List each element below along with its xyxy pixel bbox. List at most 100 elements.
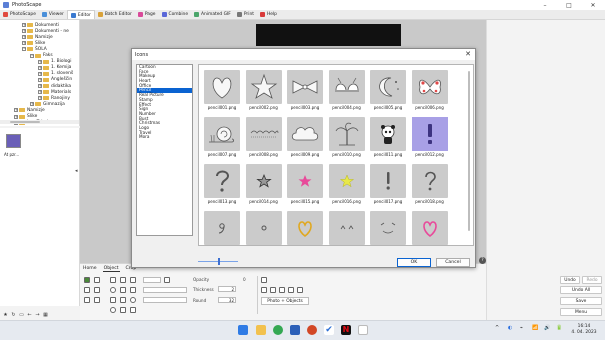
panda-icon[interactable]	[370, 117, 406, 151]
chrome-icon[interactable]	[273, 325, 283, 335]
tree-item[interactable]: + Materials	[38, 89, 71, 95]
maximize-button[interactable]: □	[557, 0, 581, 10]
star2-icon[interactable]	[130, 307, 136, 313]
help-icon[interactable]: ?	[479, 257, 486, 264]
tree-item[interactable]: + Slike	[14, 114, 37, 120]
icon-thumbnail[interactable]: pencil016.png	[326, 158, 368, 204]
butterfly-icon[interactable]	[411, 70, 448, 104]
exclaim-icon[interactable]	[370, 164, 406, 198]
tree-item[interactable]: +1. Kemija	[38, 65, 71, 71]
tree-item[interactable]: − Faks	[30, 53, 53, 59]
tree-item[interactable]: + Slike	[22, 40, 45, 46]
icon-thumbnail[interactable]: pencil017.png	[367, 158, 409, 204]
tab-help[interactable]: Help	[257, 10, 280, 19]
icon-thumbnail[interactable]: pencil012.png	[409, 111, 451, 157]
todo-icon[interactable]: ✔	[324, 325, 334, 335]
select-arrow-icon[interactable]	[261, 277, 267, 283]
cancel-button[interactable]: Cancel	[436, 258, 470, 267]
tree-item[interactable]: + Namizje	[14, 107, 45, 113]
icon-thumbnail[interactable]: pencil021.png	[284, 205, 326, 245]
powerpoint-icon[interactable]	[307, 325, 317, 335]
question-icon[interactable]	[204, 164, 240, 198]
yellow-heart-icon[interactable]	[287, 211, 323, 245]
bow-icon[interactable]	[287, 70, 323, 104]
frame-icon[interactable]	[94, 277, 100, 283]
tree-item[interactable]: + didaktika	[38, 83, 71, 89]
icon-thumbnail[interactable]: pencil020.png	[243, 205, 285, 245]
yellow-star-icon[interactable]	[328, 164, 365, 198]
line-style-select[interactable]	[143, 287, 187, 293]
bra-icon[interactable]	[328, 70, 365, 104]
tray-overflow-icon[interactable]: ^	[495, 325, 499, 331]
tab-combine[interactable]: Combine	[159, 10, 192, 19]
size-slider[interactable]	[198, 258, 238, 265]
icon-thumbnail[interactable]: pencil006.png	[409, 65, 451, 110]
tree-item[interactable]: + Namizje	[22, 34, 53, 40]
grid-icon[interactable]: ▦	[43, 312, 48, 318]
circle-icon[interactable]	[110, 287, 116, 293]
tab-editor[interactable]: Editor	[66, 10, 95, 19]
expander-icon[interactable]: +	[38, 96, 42, 101]
snail-icon[interactable]	[204, 117, 240, 151]
slider-knob[interactable]	[218, 258, 220, 265]
scroll-thumb[interactable]	[10, 121, 40, 123]
tree-item[interactable]: + Dokumenti - ne	[22, 28, 69, 34]
file-explorer-icon[interactable]	[256, 325, 266, 335]
image-icon[interactable]	[84, 277, 90, 283]
onedrive-icon[interactable]: ⌁	[520, 325, 523, 331]
volume-icon[interactable]: 🔊	[544, 325, 550, 331]
icon-thumbnail[interactable]: pencil013.png	[201, 158, 243, 204]
start-icon[interactable]	[238, 325, 248, 335]
grid-scrollbar[interactable]	[468, 71, 470, 231]
pink-heart-icon[interactable]	[411, 211, 448, 245]
expander-icon[interactable]: +	[22, 23, 26, 27]
icon-thumbnail[interactable]: pencil019.png	[201, 205, 243, 245]
icon-thumbnail[interactable]: pencil015.png	[284, 158, 326, 204]
ring-icon[interactable]	[245, 211, 282, 245]
rectangle-icon[interactable]	[130, 277, 136, 283]
text-icon[interactable]	[94, 287, 100, 293]
ellipse-icon[interactable]	[130, 297, 136, 303]
expander-icon[interactable]: +	[38, 90, 42, 95]
thickness-input[interactable]: 2	[218, 286, 236, 292]
exclaim-purple-icon[interactable]	[411, 117, 448, 151]
expander-icon[interactable]: −	[22, 47, 26, 52]
word-icon[interactable]	[290, 325, 300, 335]
color-select[interactable]	[143, 277, 161, 283]
smile-icon[interactable]	[370, 211, 406, 245]
tab-photoscape[interactable]: PhotoScape	[0, 10, 39, 19]
question2-icon[interactable]	[411, 164, 448, 198]
clock[interactable]: 16:14 4. 04. 2023	[568, 324, 600, 336]
tree-item[interactable]: + Dokumenti	[22, 22, 59, 28]
lace-icon[interactable]	[245, 117, 282, 151]
tab-viewer[interactable]: Viewer	[39, 10, 67, 19]
moon-icon[interactable]	[370, 70, 406, 104]
battery-icon[interactable]: 🔋	[556, 325, 562, 331]
photo-objects-button[interactable]: Photo + Objects	[261, 297, 309, 305]
icon-thumbnail[interactable]: pencil007.png	[201, 111, 243, 157]
tree-item[interactable]: − ŠOLA	[22, 46, 47, 52]
expander-icon[interactable]: +	[22, 29, 26, 34]
layer-up-icon[interactable]	[270, 287, 276, 293]
expander-icon[interactable]: +	[14, 108, 18, 113]
minimize-button[interactable]: –	[533, 0, 557, 10]
redo-button[interactable]: Redo	[582, 276, 602, 284]
tree-item[interactable]: + Angleščin	[38, 77, 72, 83]
stamp-icon[interactable]	[120, 307, 126, 313]
tab-page[interactable]: Page	[135, 10, 159, 19]
undo-button[interactable]: Undo	[560, 276, 580, 284]
save-button[interactable]: Save	[560, 297, 602, 305]
expander-icon[interactable]: +	[22, 41, 26, 46]
tab-animated-gif[interactable]: Animated GIF	[191, 10, 234, 19]
dash-style-select[interactable]	[143, 297, 187, 303]
ok-button[interactable]: OK	[397, 258, 431, 267]
thumbnail-image[interactable]	[6, 134, 21, 148]
icon-thumbnail[interactable]: pencil010.png	[326, 111, 368, 157]
palm-icon[interactable]	[328, 117, 365, 151]
ribbon-tab-home[interactable]: Home	[82, 266, 98, 272]
back-arrow-icon[interactable]: ←	[27, 312, 32, 318]
wifi-icon[interactable]: 📶	[532, 325, 538, 331]
icon-thumbnail[interactable]: pencil014.png	[243, 158, 285, 204]
icon-thumbnail[interactable]: pencil011.png	[367, 111, 409, 157]
icon-thumbnail[interactable]: pencil018.png	[409, 158, 451, 204]
